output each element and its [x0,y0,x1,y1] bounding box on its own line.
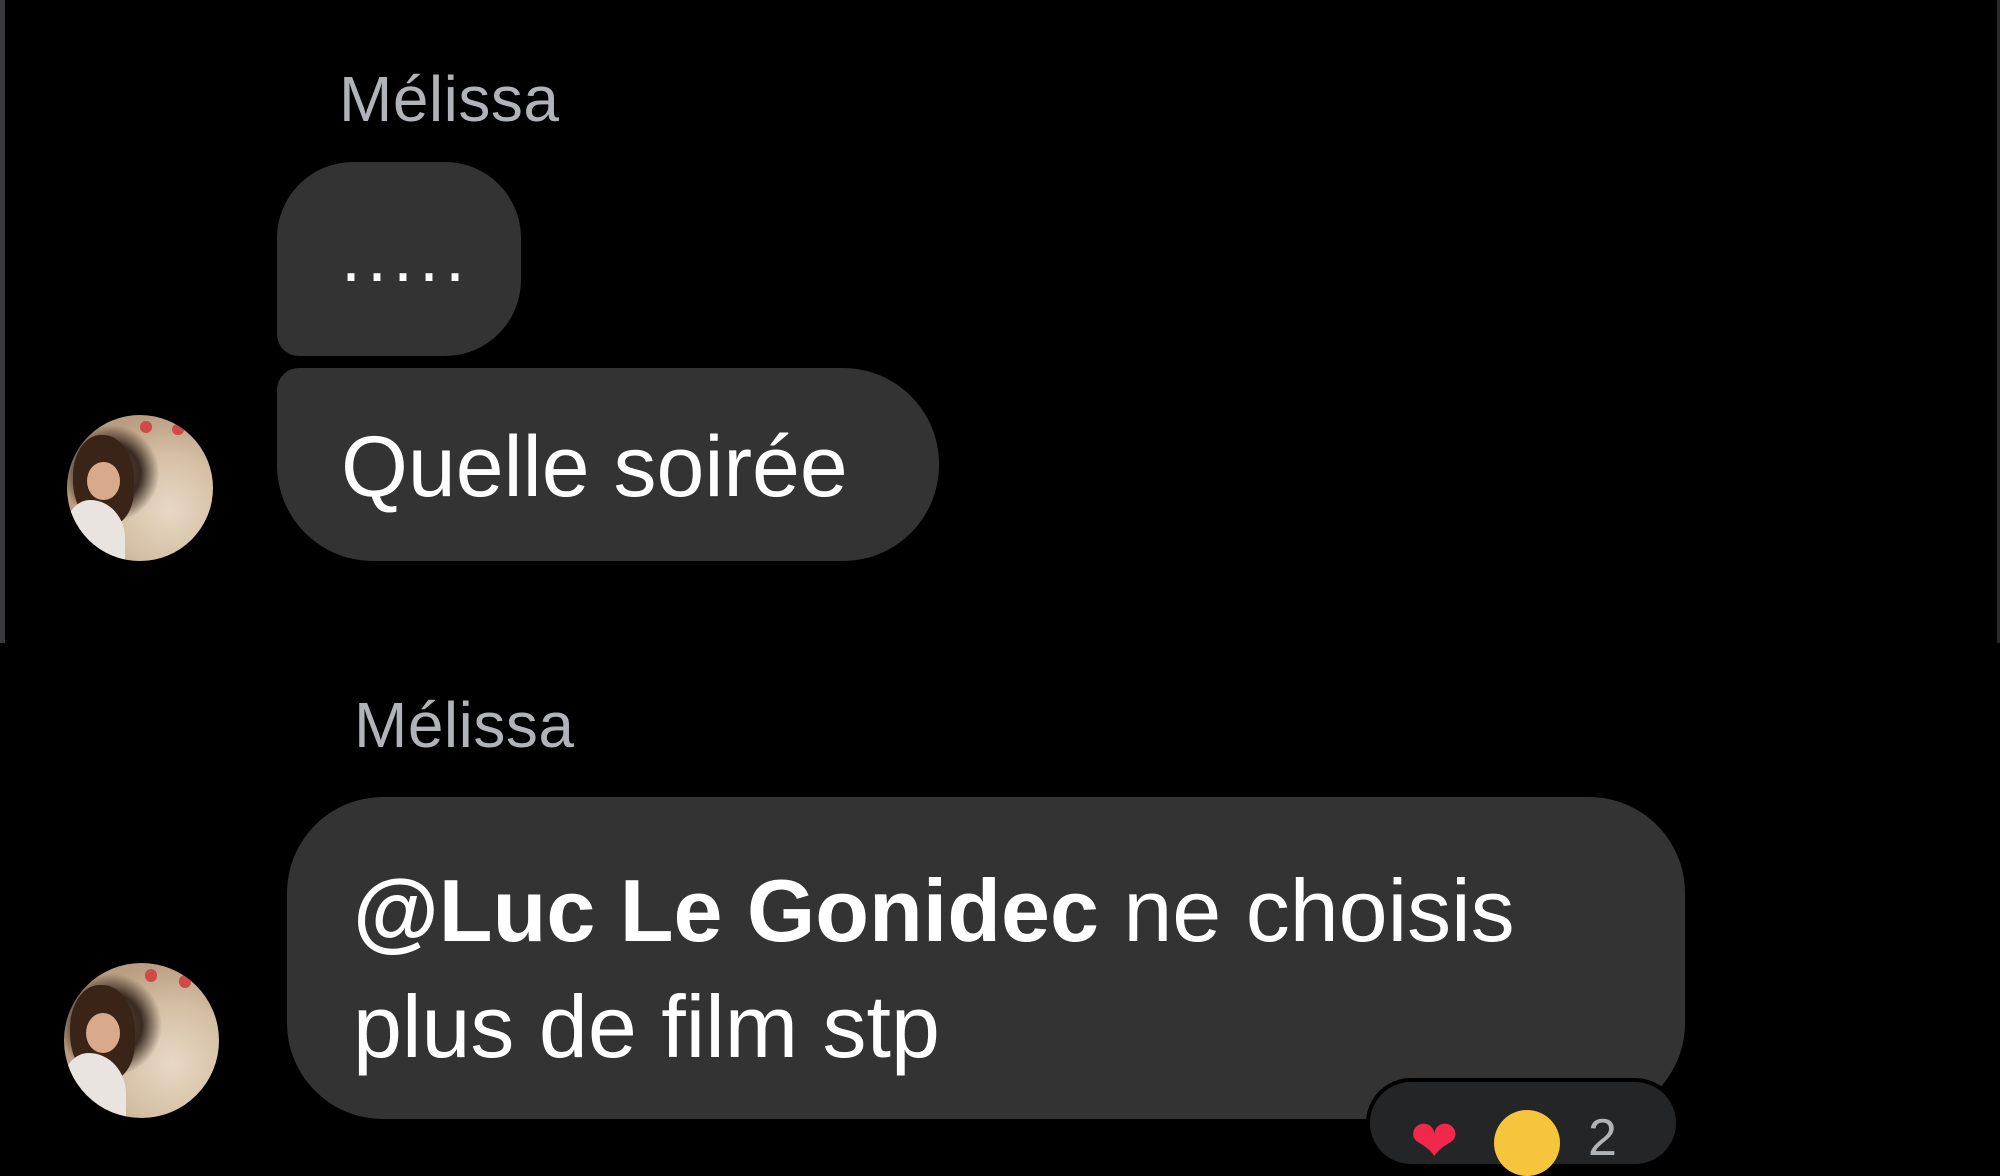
sender-name: Mélissa [339,63,560,135]
conversation-panel-top: Mélissa ..... Quelle soirée [0,0,2000,643]
message-bubble[interactable]: Quelle soirée [277,368,939,561]
reaction-count: 2 [1588,1109,1617,1167]
message-bubble[interactable]: ..... [277,162,521,356]
heart-icon: ❤ [1410,1107,1459,1175]
message-text: Quelle soirée [341,419,848,515]
conversation-panel-bottom: Mélissa @Luc Le Gonidec ne choisis plus … [0,643,2000,1125]
sender-name: Mélissa [354,689,575,761]
message-text-line-2: plus de film stp [353,977,940,1076]
laughing-tears-icon [1494,1110,1560,1176]
user-avatar-icon[interactable] [64,963,219,1118]
panel-edge-left [0,0,5,643]
user-mention[interactable]: @Luc Le Gonidec [353,861,1099,960]
user-avatar-icon[interactable] [67,415,213,561]
message-text-line-1: @Luc Le Gonidec ne choisis [353,853,1515,969]
message-text: ..... [341,217,472,297]
message-bubble[interactable]: @Luc Le Gonidec ne choisis plus de film … [287,797,1685,1119]
message-text: ne choisis [1098,861,1515,960]
message-reactions[interactable]: ❤ 2 [1366,1078,1680,1176]
